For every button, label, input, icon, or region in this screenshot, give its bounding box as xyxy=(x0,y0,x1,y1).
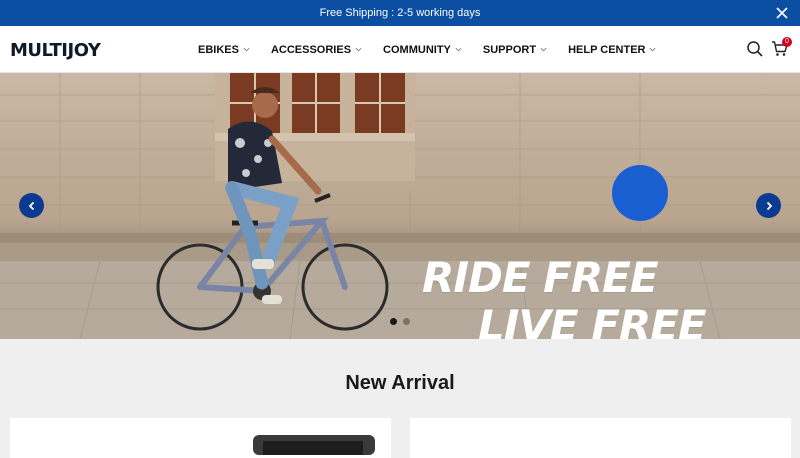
site-header: MULTIJOY EBIKES ACCESSORIES COMMUNITY SU… xyxy=(0,26,800,73)
cart-count-badge: 0 xyxy=(782,37,792,47)
chevron-down-icon xyxy=(355,47,362,52)
section-title: New Arrival xyxy=(345,372,455,394)
chevron-down-icon xyxy=(540,47,547,52)
product-card[interactable] xyxy=(10,418,391,458)
nav-item-label: ACCESSORIES xyxy=(270,43,352,56)
chevron-right-icon xyxy=(766,201,772,210)
slide-dot[interactable] xyxy=(403,318,410,325)
hero-headline-line1: RIDE FREE xyxy=(422,253,659,302)
hero-prev-button[interactable] xyxy=(19,193,44,218)
nav-item-label: COMMUNITY xyxy=(383,43,451,56)
nav-item-label: HELP CENTER xyxy=(568,43,646,56)
nav-item-support[interactable]: SUPPORT xyxy=(483,44,547,56)
product-image xyxy=(253,435,375,455)
close-icon[interactable] xyxy=(774,5,790,21)
announcement-text: Free Shipping : 2-5 working days xyxy=(319,7,481,19)
brand-logo[interactable]: MULTIJOY xyxy=(10,38,101,62)
nav-item-community[interactable]: COMMUNITY xyxy=(383,44,462,56)
chevron-down-icon xyxy=(455,47,462,52)
hero-next-button[interactable] xyxy=(756,193,781,218)
nav-item-accessories[interactable]: ACCESSORIES xyxy=(271,44,362,56)
hero-image xyxy=(0,73,800,339)
chevron-left-icon xyxy=(28,201,34,210)
hero-banner: RIDE FREE LIVE FREE xyxy=(0,73,800,339)
nav-item-label: EBIKES xyxy=(198,43,239,56)
logo-text: MULTIJOY xyxy=(10,39,101,61)
search-icon[interactable] xyxy=(746,40,764,58)
slide-indicators xyxy=(390,318,416,325)
main-nav: EBIKES ACCESSORIES COMMUNITY SUPPORT HEL… xyxy=(198,26,677,73)
nav-item-ebikes[interactable]: EBIKES xyxy=(198,44,250,56)
slide-dot-active[interactable] xyxy=(390,318,397,325)
announcement-bar: Free Shipping : 2-5 working days xyxy=(0,0,800,26)
product-card[interactable] xyxy=(410,418,791,458)
chevron-down-icon xyxy=(243,47,250,52)
hero-headline-line2: LIVE FREE xyxy=(478,301,707,339)
chevron-down-icon xyxy=(650,47,656,52)
nav-item-label: SUPPORT xyxy=(482,43,537,56)
nav-item-help-center[interactable]: HELP CENTER xyxy=(568,44,656,56)
